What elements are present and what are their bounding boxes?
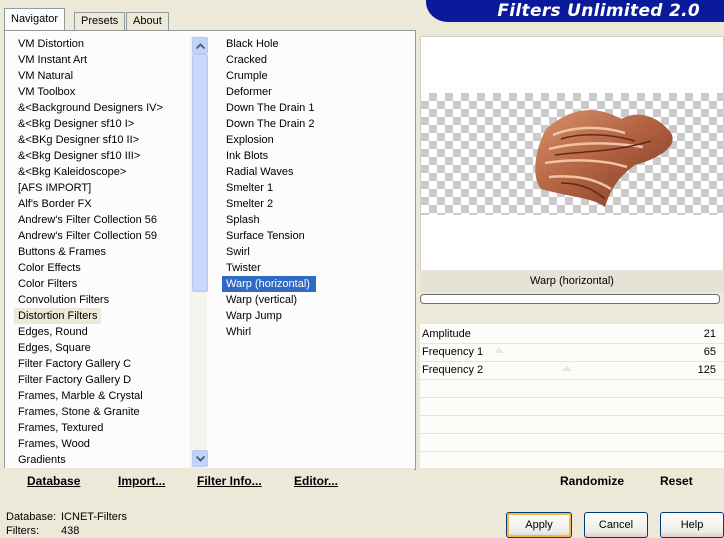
editor-button[interactable]: Editor... (294, 474, 338, 488)
category-scrollbar[interactable] (190, 36, 208, 468)
tab-navigator[interactable]: Navigator (4, 8, 66, 30)
category-item[interactable]: Andrew's Filter Collection 56 (14, 214, 161, 226)
apply-button[interactable]: Apply (506, 512, 572, 538)
filter-info-button[interactable]: Filter Info... (197, 474, 262, 488)
randomize-button[interactable]: Randomize (560, 474, 624, 488)
navigator-toolbar: Database Import... Filter Info... Editor… (4, 468, 414, 496)
param-empty-row (420, 380, 724, 398)
filter-item[interactable]: Black Hole (222, 38, 283, 50)
preview-image (535, 110, 673, 207)
category-item[interactable]: [AFS IMPORT] (14, 182, 95, 194)
status-database-value: ICNET-Filters (61, 511, 127, 523)
category-item[interactable]: VM Instant Art (14, 54, 91, 66)
category-item[interactable]: Alf's Border FX (14, 198, 96, 210)
status-filters: Filters: 438 (6, 524, 127, 538)
category-item[interactable]: Convolution Filters (14, 294, 113, 306)
category-item[interactable]: Color Filters (14, 278, 81, 290)
category-item[interactable]: Andrew's Filter Collection 59 (14, 230, 161, 242)
status-database-label: Database: (6, 511, 57, 523)
chevron-down-icon (195, 455, 205, 462)
help-button[interactable]: Help (660, 512, 724, 538)
param-value: 21 (703, 328, 716, 340)
category-item[interactable]: Edges, Round (14, 326, 92, 338)
category-item[interactable]: Gradients (14, 454, 70, 466)
param-label: Amplitude (422, 328, 471, 340)
filter-item[interactable]: Deformer (222, 86, 276, 98)
parameter-panel: Amplitude 21 Frequency 1 65 Frequency 2 … (420, 324, 724, 470)
status-area: Database: ICNET-Filters Filters: 438 (6, 510, 127, 538)
category-item[interactable]: Edges, Square (14, 342, 95, 354)
category-item[interactable]: VM Toolbox (14, 86, 79, 98)
tab-presets[interactable]: Presets (74, 12, 126, 30)
param-value: 125 (697, 364, 716, 376)
filter-item[interactable]: Radial Waves (222, 166, 297, 178)
filter-item[interactable]: Crumple (222, 70, 272, 82)
database-button[interactable]: Database (27, 474, 80, 488)
filter-item[interactable]: Ink Blots (222, 150, 272, 162)
filter-item[interactable]: Down The Drain 1 (222, 102, 318, 114)
category-item[interactable]: Filter Factory Gallery D (14, 374, 135, 386)
category-item[interactable]: VM Distortion (14, 38, 88, 50)
category-item[interactable]: Frames, Textured (14, 422, 107, 434)
param-empty-row (420, 416, 724, 434)
category-item[interactable]: &<Bkg Kaleidoscope> (14, 166, 130, 178)
category-item[interactable]: Filter Factory Gallery C (14, 358, 135, 370)
filter-item[interactable]: Smelter 2 (222, 198, 277, 210)
category-item[interactable]: Frames, Stone & Granite (14, 406, 144, 418)
filter-item[interactable]: Whirl (222, 326, 255, 338)
category-item[interactable]: Distortion Filters (14, 308, 102, 324)
filter-item[interactable]: Twister (222, 262, 265, 274)
param-label: Frequency 1 (422, 346, 484, 358)
param-label: Frequency 2 (422, 364, 484, 376)
filter-list[interactable]: Black Hole Cracked Crumple Deformer Down The… (222, 36, 410, 468)
category-item[interactable]: &<Bkg Designer sf10 III> (14, 150, 144, 162)
filter-item[interactable]: Swirl (222, 246, 254, 258)
filter-item[interactable]: Warp (vertical) (222, 294, 301, 306)
banner-title: Filters Unlimited 2.0 (497, 1, 700, 21)
tab-about[interactable]: About (126, 12, 169, 30)
filter-item[interactable]: Cracked (222, 54, 271, 66)
filter-name-label: Warp (horizontal) (420, 270, 724, 292)
chevron-up-icon (195, 42, 205, 49)
category-item[interactable]: Color Effects (14, 262, 85, 274)
filter-item[interactable]: Down The Drain 2 (222, 118, 318, 130)
category-list[interactable]: VM Distortion VM Instant Art VM Natural VM … (14, 36, 190, 468)
param-value: 65 (703, 346, 716, 358)
param-empty-row (420, 434, 724, 452)
category-item[interactable]: &<Background Designers IV> (14, 102, 167, 114)
category-item[interactable]: Frames, Wood (14, 438, 94, 450)
filter-item[interactable]: Warp Jump (222, 310, 286, 322)
category-item[interactable]: Buttons & Frames (14, 246, 110, 258)
reset-button[interactable]: Reset (660, 474, 693, 488)
title-banner: Filters Unlimited 2.0 (426, 0, 724, 22)
progress-bar (420, 294, 720, 304)
filter-item[interactable]: Smelter 1 (222, 182, 277, 194)
scroll-down-button[interactable] (192, 450, 208, 467)
param-frequency-1[interactable]: Frequency 1 65 (420, 344, 724, 362)
status-filters-label: Filters: (6, 525, 39, 537)
filter-item[interactable]: Splash (222, 214, 264, 226)
filter-item[interactable]: Surface Tension (222, 230, 309, 242)
scroll-thumb[interactable] (192, 54, 208, 292)
scroll-up-button[interactable] (192, 37, 208, 54)
parameter-toolbar: Randomize Reset (420, 468, 724, 496)
status-filters-value: 438 (61, 525, 80, 537)
category-item[interactable]: VM Natural (14, 70, 77, 82)
status-database: Database: ICNET-Filters (6, 510, 127, 524)
param-amplitude[interactable]: Amplitude 21 (420, 326, 724, 344)
cancel-button[interactable]: Cancel (584, 512, 648, 538)
filter-item[interactable]: Explosion (222, 134, 278, 146)
param-empty-row (420, 398, 724, 416)
import-button[interactable]: Import... (118, 474, 165, 488)
preview-area (420, 36, 724, 272)
param-frequency-2[interactable]: Frequency 2 125 (420, 362, 724, 380)
category-item[interactable]: Frames, Marble & Crystal (14, 390, 147, 402)
category-item[interactable]: &<BKg Designer sf10 II> (14, 134, 143, 146)
filter-item[interactable]: Warp (horizontal) (222, 276, 316, 292)
category-item[interactable]: &<Bkg Designer sf10 I> (14, 118, 138, 130)
